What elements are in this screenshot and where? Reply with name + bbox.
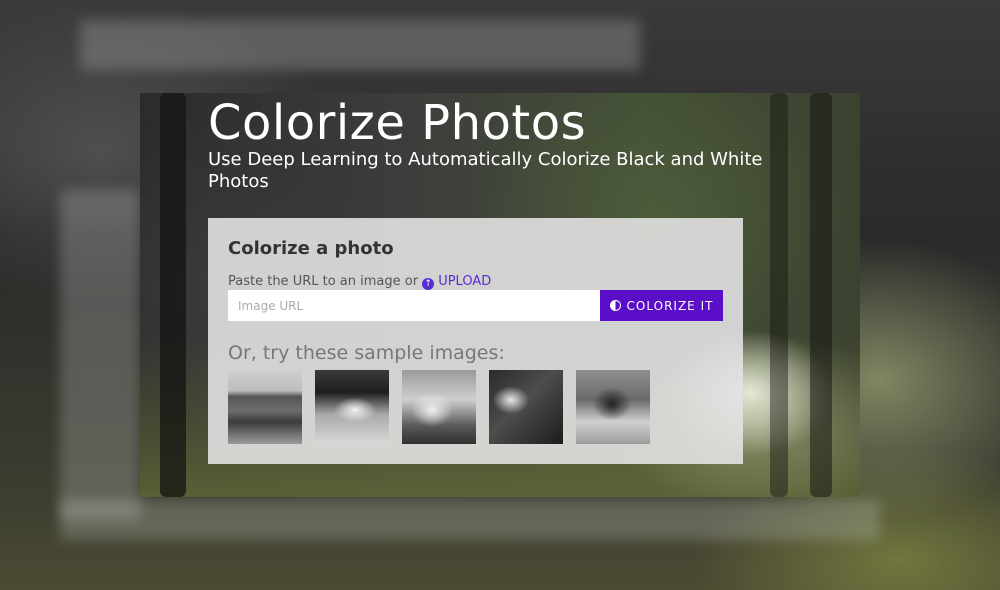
- background-shape: [60, 190, 140, 520]
- url-hint: Paste the URL to an image or ↑ UPLOAD: [228, 274, 491, 290]
- page-subtitle: Use Deep Learning to Automatically Color…: [208, 149, 763, 192]
- sample-image-climber[interactable]: [402, 370, 476, 444]
- hero-section: Colorize Photos Use Deep Learning to Aut…: [140, 93, 860, 497]
- sample-image-cow[interactable]: [576, 370, 650, 444]
- colorize-button-label: COLORIZE IT: [626, 298, 714, 313]
- samples-label: Or, try these sample images:: [228, 342, 505, 364]
- background-shape: [80, 20, 640, 70]
- panel-title: Colorize a photo: [228, 238, 394, 259]
- sample-image-smoke[interactable]: [489, 370, 563, 444]
- upload-link[interactable]: ↑ UPLOAD: [422, 274, 492, 290]
- image-url-input[interactable]: [228, 290, 600, 321]
- tree-trunk: [160, 93, 186, 497]
- tree-trunk: [810, 93, 832, 497]
- background-shape: [60, 500, 880, 540]
- contrast-icon: [609, 300, 621, 311]
- sample-thumbnails: [228, 370, 650, 444]
- sample-image-race-car[interactable]: [315, 370, 389, 444]
- tree-trunk: [770, 93, 788, 497]
- sample-image-heron[interactable]: [228, 370, 302, 444]
- url-hint-text: Paste the URL to an image or: [228, 274, 419, 289]
- colorize-button[interactable]: COLORIZE IT: [600, 290, 723, 321]
- upload-label: UPLOAD: [438, 274, 492, 289]
- colorize-panel: Colorize a photo Paste the URL to an ima…: [208, 218, 743, 464]
- page-title: Colorize Photos: [208, 95, 587, 151]
- upload-icon: ↑: [422, 278, 435, 290]
